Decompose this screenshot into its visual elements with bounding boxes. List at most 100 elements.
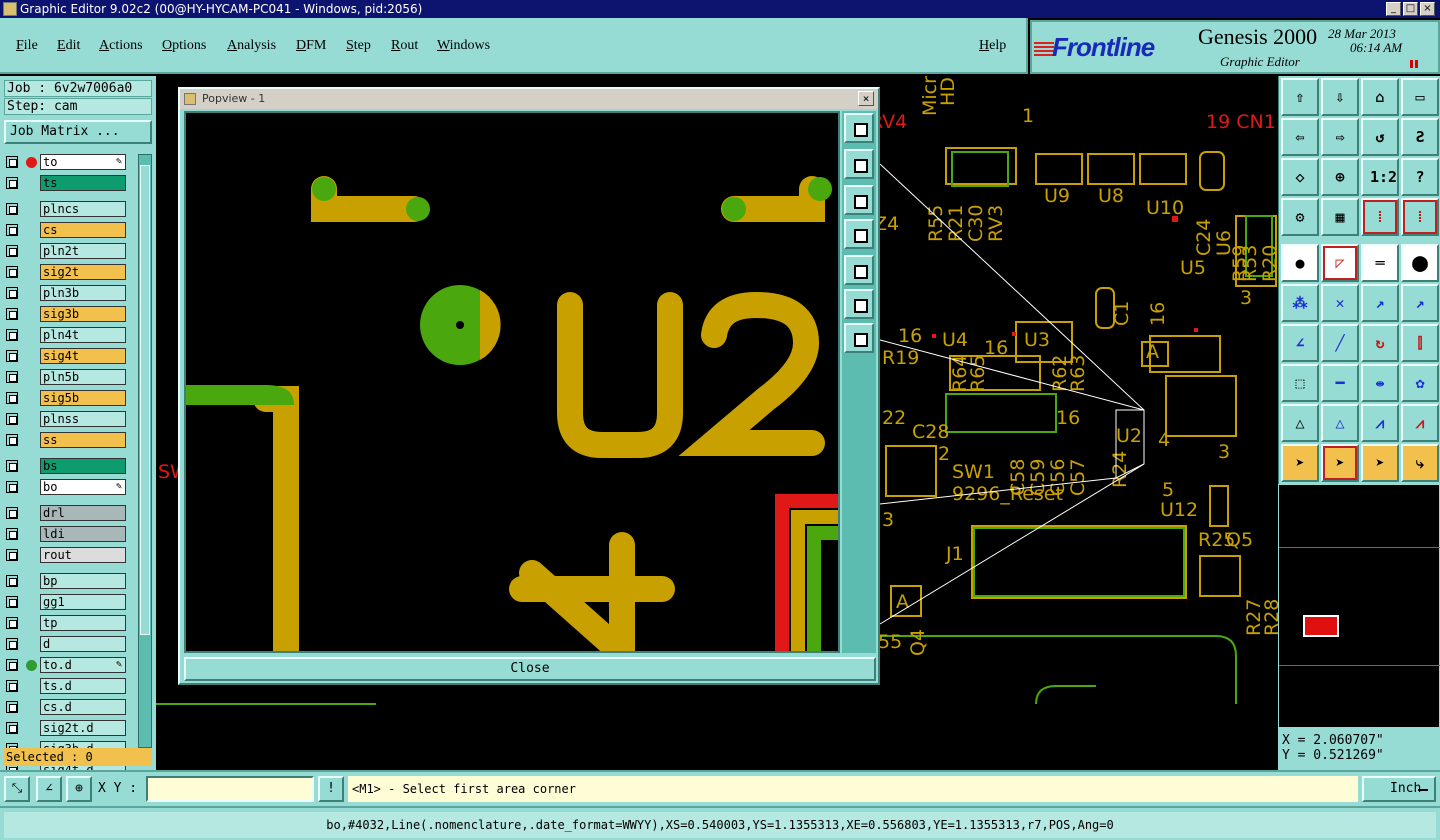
layer-row[interactable]: tp (4, 615, 126, 631)
popview-zoom-view[interactable] (186, 113, 838, 651)
pan-right-icon[interactable]: ⇨ (1321, 118, 1359, 156)
menu-analysis[interactable]: Analysis (227, 38, 276, 54)
window-split-icon[interactable]: ▭ (1401, 78, 1439, 116)
layer-visibility-checkbox[interactable] (6, 701, 18, 713)
layer-row[interactable]: drl (4, 505, 126, 521)
stretch-icon[interactable]: ⇹ (1361, 364, 1399, 402)
help-icon[interactable]: ? (1401, 158, 1439, 196)
layer-row[interactable]: ts (4, 175, 126, 191)
layer-visibility-checkbox[interactable] (6, 350, 18, 362)
layer-row[interactable]: ldi (4, 526, 126, 542)
popview-zoom-out-icon[interactable] (844, 323, 874, 353)
layer-visibility-checkbox[interactable] (6, 481, 18, 493)
layer-row[interactable]: to.d ✎ (4, 657, 126, 673)
layer-visibility-checkbox[interactable] (6, 156, 18, 168)
maximize-icon[interactable]: □ (1403, 2, 1418, 16)
popview-close-button[interactable]: Close (184, 657, 876, 681)
minimize-icon[interactable]: _ (1386, 2, 1401, 16)
layer-visibility-checkbox[interactable] (6, 575, 18, 587)
layer-name[interactable]: pln5b (40, 369, 126, 385)
layers-red-icon[interactable]: ⁞ (1361, 198, 1399, 236)
layer-name[interactable]: sig2t.d (40, 720, 126, 736)
layer-name[interactable]: ts.d (40, 678, 126, 694)
layer-name[interactable]: sig4t (40, 348, 126, 364)
layer-visibility-checkbox[interactable] (6, 460, 18, 472)
popview-canvas[interactable] (184, 111, 840, 653)
layer-row[interactable]: sig3b (4, 306, 126, 322)
ruler-icon[interactable]: ═ (1361, 244, 1399, 282)
home-icon[interactable]: ⌂ (1361, 78, 1399, 116)
snap-mode-icon[interactable]: ⤡ (4, 776, 30, 802)
menu-dfm[interactable]: DFM (296, 38, 326, 54)
layer-row[interactable]: rout (4, 547, 126, 563)
mirror-icon[interactable]: ⫿ (1401, 324, 1439, 362)
layer-row[interactable]: sig5b (4, 390, 126, 406)
pad-move-icon[interactable]: ⬚ (1281, 364, 1319, 402)
layer-name[interactable]: ldi (40, 526, 126, 542)
menu-options[interactable]: Options (162, 38, 206, 54)
cross-icon[interactable]: ✕ (1321, 284, 1359, 322)
layer-row[interactable]: cs (4, 222, 126, 238)
layer-row[interactable]: gg1 (4, 594, 126, 610)
popview-title-bar[interactable]: Popview - 1 (180, 89, 878, 109)
layers-dots-icon[interactable]: ⁞ (1401, 198, 1439, 236)
layer-name[interactable]: pln2t (40, 243, 126, 259)
layer-name[interactable]: pln3b (40, 285, 126, 301)
layer-row[interactable]: pln2t (4, 243, 126, 259)
layer-row[interactable]: d (4, 636, 126, 652)
popview-close-icon[interactable]: × (858, 91, 874, 106)
layer-row[interactable]: bs (4, 458, 126, 474)
layer-visibility-checkbox[interactable] (6, 308, 18, 320)
pan-left-icon[interactable]: ⇦ (1281, 118, 1319, 156)
layer-row[interactable]: cs.d (4, 699, 126, 715)
layer-visibility-checkbox[interactable] (6, 177, 18, 189)
menu-help[interactable]: Help (979, 38, 1006, 54)
popview-pan-down-icon[interactable] (844, 185, 874, 215)
layer-visibility-checkbox[interactable] (6, 413, 18, 425)
alert-icon[interactable]: ! (318, 776, 344, 802)
layer-visibility-checkbox[interactable] (6, 245, 18, 257)
layer-name[interactable]: bp (40, 573, 126, 589)
route-icon[interactable]: ⤷ (1401, 444, 1439, 482)
triangle-icon[interactable]: △ (1281, 404, 1319, 442)
overview-viewport[interactable] (1303, 615, 1339, 637)
scroll-thumb[interactable] (140, 165, 150, 635)
layer-list-scrollbar[interactable] (138, 154, 152, 748)
layer-name[interactable]: plncs (40, 201, 126, 217)
menu-rout[interactable]: Rout (391, 38, 418, 54)
layer-name[interactable]: bo (40, 479, 126, 495)
layer-name[interactable]: drl (40, 505, 126, 521)
layer-name[interactable]: rout (40, 547, 126, 563)
layer-name[interactable]: ss (40, 432, 126, 448)
layer-visibility-checkbox[interactable] (6, 203, 18, 215)
angle-icon[interactable]: ∠ (1281, 324, 1319, 362)
grid-icon[interactable]: ▦ (1321, 198, 1359, 236)
layer-name[interactable]: to.d (40, 657, 126, 673)
layer-row[interactable]: sig4t (4, 348, 126, 364)
layer-name[interactable]: to (40, 154, 126, 170)
arrow-dot-icon[interactable]: ↗ (1361, 284, 1399, 322)
popview-pan-up-icon[interactable] (844, 149, 874, 179)
layer-visibility-checkbox[interactable] (6, 507, 18, 519)
home-bottom-icon[interactable]: ⇩ (1321, 78, 1359, 116)
rotate-icon[interactable]: ↻ (1361, 324, 1399, 362)
layer-row[interactable]: sig2t.d (4, 720, 126, 736)
pointer-box-icon[interactable]: ➤ (1321, 444, 1359, 482)
popview-pan-left-icon[interactable] (844, 219, 874, 249)
layer-row[interactable]: sig2t (4, 264, 126, 280)
hole-icon[interactable]: ✿ (1401, 364, 1439, 402)
angle-mode-icon[interactable]: ∠ (36, 776, 62, 802)
layer-visibility-checkbox[interactable] (6, 680, 18, 692)
zigzag-icon[interactable]: Ƨ (1401, 118, 1439, 156)
menu-file[interactable]: File (16, 38, 38, 54)
net-icon[interactable]: ⁂ (1281, 284, 1319, 322)
layer-row[interactable]: ts.d (4, 678, 126, 694)
menu-edit[interactable]: Edit (57, 38, 80, 54)
center-icon[interactable]: ⊕ (1321, 158, 1359, 196)
pointer-icon[interactable]: ➤ (1281, 444, 1319, 482)
layer-visibility-checkbox[interactable] (6, 287, 18, 299)
layer-visibility-checkbox[interactable] (6, 549, 18, 561)
layer-visibility-checkbox[interactable] (6, 224, 18, 236)
layer-name[interactable]: ts (40, 175, 126, 191)
layer-name[interactable]: sig2t (40, 264, 126, 280)
